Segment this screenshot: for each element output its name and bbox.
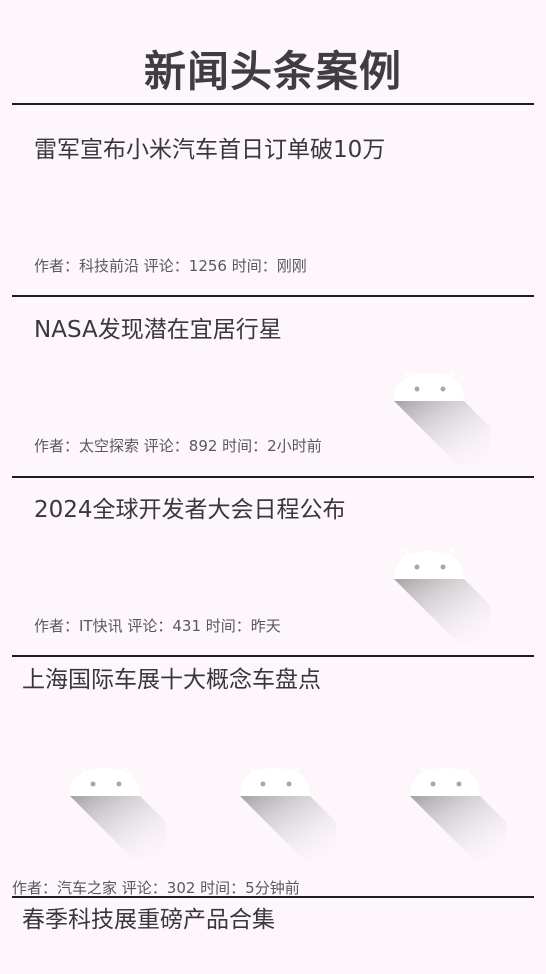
news-meta-1: 作者：科技前沿 评论：1256 时间：刚刚	[34, 257, 307, 275]
divider	[12, 295, 534, 297]
news-page: 新闻头条案例 雷军宣布小米汽车首日订单破10万 作者：科技前沿 评论：1256 …	[0, 0, 546, 974]
news-headline-2[interactable]: NASA发现潜在宜居行星	[34, 310, 282, 344]
android-placeholder-icon	[390, 365, 494, 465]
divider	[12, 896, 534, 898]
news-meta-2: 作者：太空探索 评论：892 时间：2小时前	[34, 437, 322, 455]
news-headline-3[interactable]: 2024全球开发者大会日程公布	[34, 490, 346, 524]
news-headline-5[interactable]: 春季科技展重磅产品合集	[22, 900, 275, 934]
news-meta-4: 作者：汽车之家 评论：302 时间：5分钟前	[12, 879, 300, 897]
android-placeholder-icon	[66, 760, 170, 860]
news-headline-1[interactable]: 雷军宣布小米汽车首日订单破10万	[34, 130, 385, 164]
android-placeholder-icon	[390, 543, 494, 643]
news-meta-3: 作者：IT快讯 评论：431 时间：昨天	[34, 617, 281, 635]
page-title: 新闻头条案例	[143, 47, 402, 96]
divider	[12, 103, 534, 105]
android-placeholder-icon	[406, 760, 510, 860]
news-headline-4[interactable]: 上海国际车展十大概念车盘点	[22, 660, 321, 694]
divider	[12, 476, 534, 478]
divider	[12, 655, 534, 657]
android-placeholder-icon	[236, 760, 340, 860]
